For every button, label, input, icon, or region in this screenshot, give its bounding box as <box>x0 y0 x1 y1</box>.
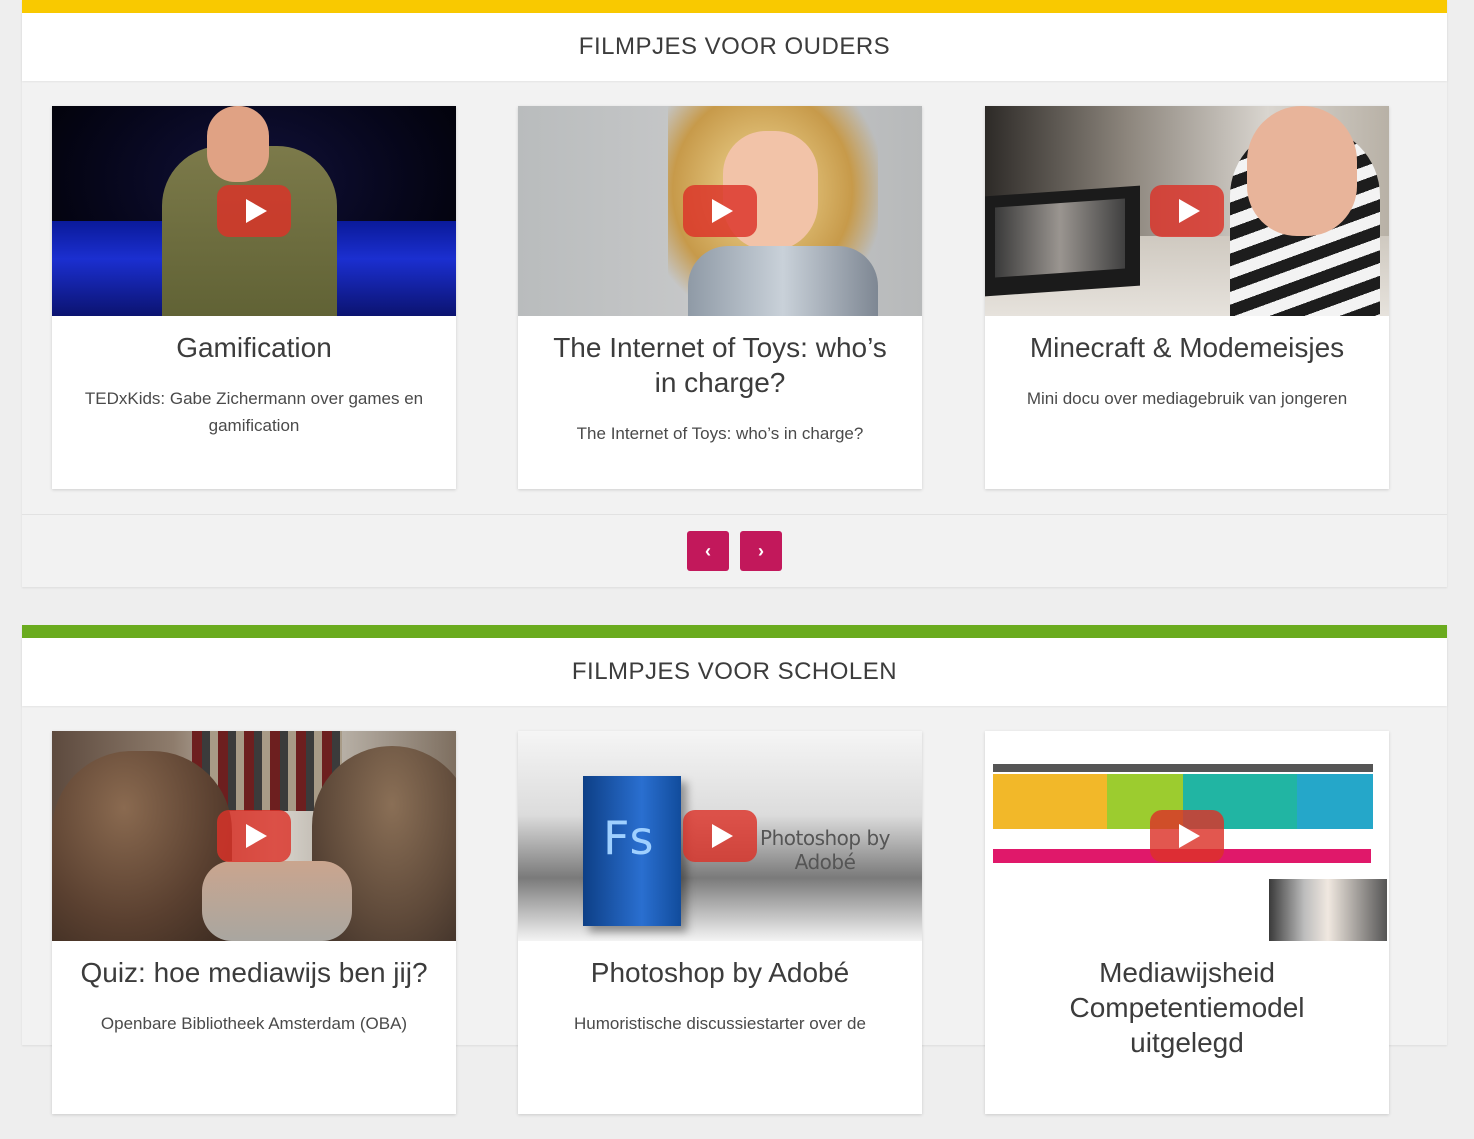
play-icon[interactable] <box>217 185 291 237</box>
video-description: Mini docu over mediagebruik van jongeren <box>1026 389 1348 408</box>
section-ouders: FILMPJES VOOR OUDERS Gamification TEDxKi… <box>22 0 1447 587</box>
section-title: FILMPJES VOOR SCHOLEN <box>22 638 1447 706</box>
video-title[interactable]: Mediawijsheid Competentiemodel uitgelegd <box>1009 955 1365 1060</box>
video-thumbnail[interactable] <box>52 106 456 316</box>
video-thumbnail[interactable] <box>985 731 1389 941</box>
video-thumbnail[interactable] <box>518 106 922 316</box>
video-card-internet-of-toys[interactable]: The Internet of Toys: who’s in charge? T… <box>518 106 922 489</box>
section-title: FILMPJES VOOR OUDERS <box>22 13 1447 81</box>
carousel-pager: ‹ › <box>22 514 1447 587</box>
video-thumbnail[interactable]: Fs Photoshop by Adobé <box>518 731 922 941</box>
video-card-gamification[interactable]: Gamification TEDxKids: Gabe Zichermann o… <box>52 106 456 489</box>
video-title[interactable]: Minecraft & Modemeisjes <box>1009 330 1365 365</box>
box-label: Fs <box>603 811 654 865</box>
video-thumbnail[interactable] <box>52 731 456 941</box>
video-title[interactable]: Photoshop by Adobé <box>542 955 898 990</box>
video-card-mediawijsheid[interactable]: Mediawijsheid Competentiemodel uitgelegd <box>985 731 1389 1114</box>
prev-button[interactable]: ‹ <box>687 531 729 571</box>
video-carousel: Quiz: hoe mediawijs ben jij? Openbare Bi… <box>22 706 1447 1139</box>
section-scholen: FILMPJES VOOR SCHOLEN Quiz: hoe mediawij… <box>22 625 1447 1114</box>
play-icon[interactable] <box>683 810 757 862</box>
play-icon[interactable] <box>1150 185 1224 237</box>
play-icon[interactable] <box>217 810 291 862</box>
video-card-photoshop[interactable]: Fs Photoshop by Adobé Photoshop by Adobé… <box>518 731 922 1114</box>
video-carousel: Gamification TEDxKids: Gabe Zichermann o… <box>22 81 1447 514</box>
play-icon[interactable] <box>683 185 757 237</box>
video-title[interactable]: The Internet of Toys: who’s in charge? <box>542 330 898 400</box>
play-icon[interactable] <box>1150 810 1224 862</box>
video-description: TEDxKids: Gabe Zichermann over games en … <box>84 389 424 435</box>
next-button[interactable]: › <box>740 531 782 571</box>
video-card-minecraft[interactable]: Minecraft & Modemeisjes Mini docu over m… <box>985 106 1389 489</box>
video-description: The Internet of Toys: who’s in charge? <box>576 424 864 443</box>
section-accent-bar <box>22 625 1447 638</box>
video-title[interactable]: Quiz: hoe mediawijs ben jij? <box>76 955 432 990</box>
video-title[interactable]: Gamification <box>76 330 432 365</box>
video-card-quiz[interactable]: Quiz: hoe mediawijs ben jij? Openbare Bi… <box>52 731 456 1114</box>
section-accent-bar <box>22 0 1447 13</box>
thumbnail-caption: Photoshop by Adobé <box>760 826 890 874</box>
video-thumbnail[interactable] <box>985 106 1389 316</box>
